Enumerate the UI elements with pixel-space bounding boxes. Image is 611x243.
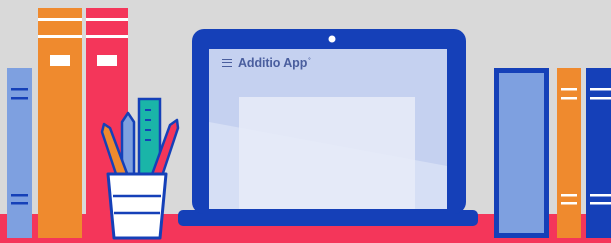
app-brand: Additio App° — [222, 55, 311, 71]
book-dark-blue-right — [586, 68, 611, 238]
book-orange-right — [557, 68, 581, 238]
book-light-blue-left — [7, 68, 32, 238]
app-name: Additio App° — [238, 56, 311, 70]
hamburger-menu-icon[interactable] — [222, 59, 232, 67]
binder-orange — [38, 8, 82, 238]
book-light-blue-right — [494, 68, 549, 238]
bookshelf-illustration — [0, 8, 611, 243]
illustration-scene: Additio App° — [0, 0, 611, 243]
webcam-icon — [328, 35, 336, 43]
trademark-mark: ° — [308, 57, 311, 64]
